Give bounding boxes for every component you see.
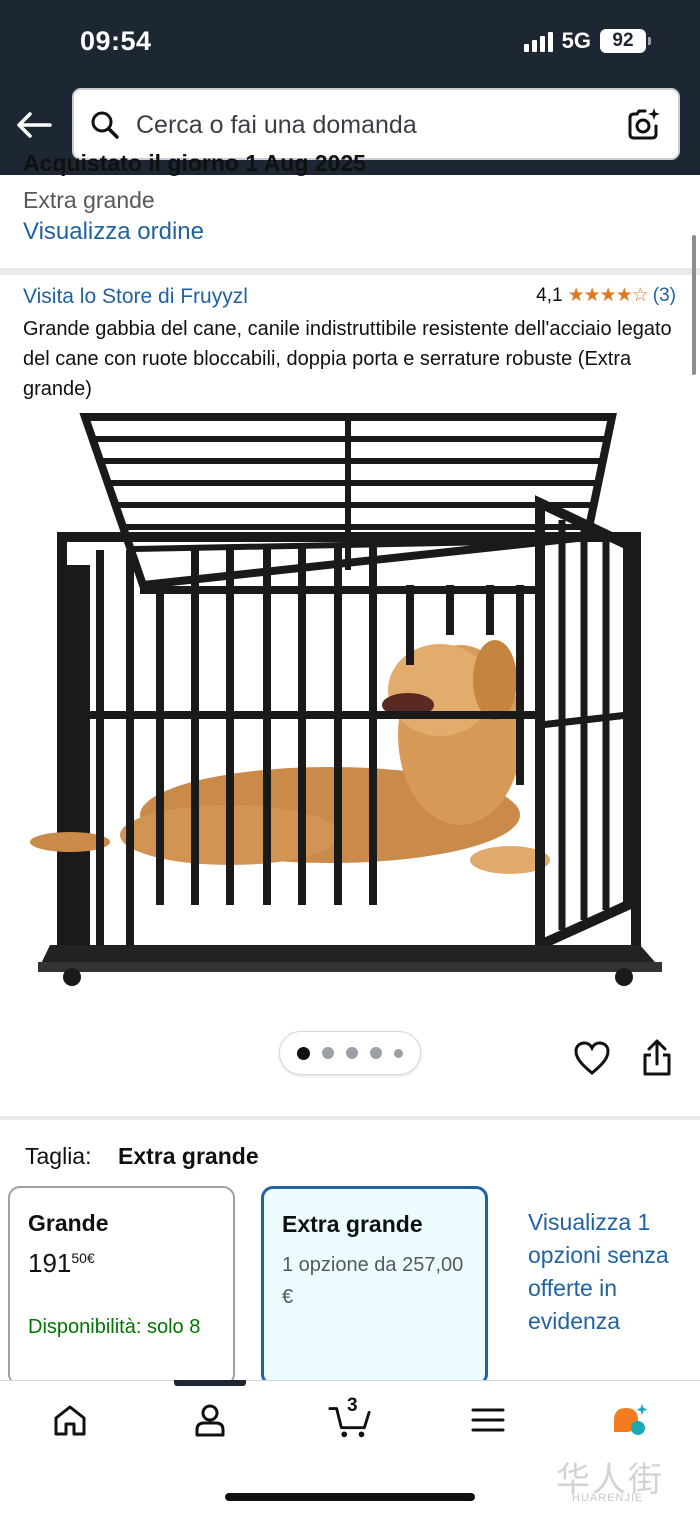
heart-icon[interactable] [573, 1040, 611, 1081]
status-time: 09:54 [80, 26, 152, 56]
section-divider [0, 1116, 700, 1120]
price-currency: € [86, 1250, 95, 1266]
image-pager[interactable] [279, 1031, 421, 1075]
pager-dot[interactable] [322, 1047, 334, 1059]
size-option-name: Grande [28, 1210, 109, 1236]
app-header: 09:54 5G 92 Cerca o fai una domanda [0, 0, 700, 175]
signal-icon [523, 30, 553, 52]
rating-count[interactable]: (3) [653, 285, 676, 307]
size-option-offer: 1 opzione da 257,00 € [282, 1254, 464, 1308]
scrollbar[interactable] [692, 235, 696, 375]
watermark-subtext: HUARENJIE [572, 1492, 644, 1504]
pager-dot-active[interactable] [297, 1046, 310, 1060]
rating-summary[interactable]: 4,1 ★★★★☆ (3) [536, 284, 676, 307]
account-icon[interactable] [188, 1398, 232, 1442]
pager-dot[interactable] [370, 1047, 382, 1059]
watermark: 华人街 HUARENJIE [556, 1452, 696, 1508]
rating-value: 4,1 [536, 284, 563, 306]
home-icon[interactable] [48, 1398, 92, 1442]
search-placeholder: Cerca o fai una domanda [136, 111, 417, 139]
star-rating-icon: ★★★★☆ [567, 285, 649, 306]
price-fraction: 50 [71, 1250, 87, 1266]
store-link[interactable]: Visita lo Store di Fruyyzl [23, 285, 248, 309]
search-icon [90, 110, 120, 145]
back-arrow-icon[interactable] [16, 108, 56, 142]
view-more-options-link[interactable]: Visualizza 1 opzioni senza offerte in ev… [528, 1206, 688, 1338]
size-option-extra-grande[interactable]: Extra grande 1 opzione da 257,00 € [261, 1186, 488, 1386]
network-label: 5G [561, 28, 591, 53]
battery-icon: 92 [600, 29, 651, 53]
size-label: Taglia: [25, 1143, 92, 1169]
cart-count: 3 [347, 1395, 358, 1416]
pager-dot[interactable] [394, 1048, 403, 1058]
order-size: Extra grande [23, 187, 155, 213]
availability-text: Disponibilità: solo 8 [28, 1316, 201, 1338]
pager-dot[interactable] [346, 1047, 358, 1059]
purchase-date: Acquistato il giorno 1 Aug 2025 [23, 150, 366, 176]
price-whole: 191 [28, 1248, 72, 1278]
size-option-price: 19150€ [28, 1248, 95, 1279]
view-order-link[interactable]: Visualizza ordine [23, 218, 204, 246]
nav-active-indicator [174, 1380, 246, 1386]
product-image[interactable] [30, 405, 670, 1000]
menu-icon[interactable] [466, 1398, 510, 1442]
share-icon[interactable] [640, 1038, 674, 1083]
status-indicators: 5G 92 [523, 28, 651, 54]
selected-size: Extra grande [118, 1143, 259, 1169]
rufus-ai-icon[interactable] [608, 1398, 652, 1442]
product-title: Grande gabbia del cane, canile indistrut… [23, 318, 672, 400]
size-option-name: Extra grande [282, 1211, 423, 1237]
home-indicator[interactable] [225, 1493, 475, 1501]
section-divider [0, 268, 700, 275]
size-option-grande[interactable]: Grande 19150€ Disponibilità: solo 8 [8, 1186, 235, 1386]
camera-search-icon[interactable] [626, 106, 662, 147]
